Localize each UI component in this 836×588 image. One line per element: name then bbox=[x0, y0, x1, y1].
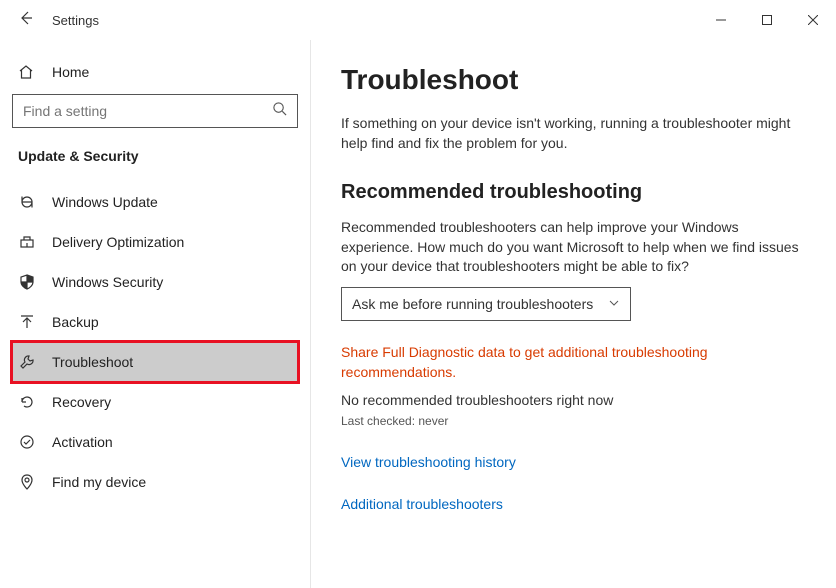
chevron-down-icon bbox=[608, 296, 620, 312]
sidebar-item-activation[interactable]: Activation bbox=[12, 422, 298, 462]
shield-icon bbox=[18, 274, 36, 290]
sidebar-item-windows-update[interactable]: Windows Update bbox=[12, 182, 298, 222]
main-panel: Troubleshoot If something on your device… bbox=[310, 40, 836, 588]
wrench-icon bbox=[18, 354, 36, 370]
delivery-icon bbox=[18, 234, 36, 250]
maximize-button[interactable] bbox=[744, 4, 790, 36]
sync-icon bbox=[18, 194, 36, 210]
sidebar-item-find-my-device[interactable]: Find my device bbox=[12, 462, 298, 502]
diagnostic-warning: Share Full Diagnostic data to get additi… bbox=[341, 343, 806, 382]
sidebar: Home Update & Security Windows Update De… bbox=[0, 40, 310, 588]
search-input[interactable] bbox=[23, 103, 272, 119]
window-title: Settings bbox=[52, 13, 99, 28]
section-desc: Recommended troubleshooters can help imp… bbox=[341, 218, 806, 277]
sidebar-item-label: Recovery bbox=[52, 394, 111, 410]
sidebar-item-backup[interactable]: Backup bbox=[12, 302, 298, 342]
sidebar-item-label: Activation bbox=[52, 434, 113, 450]
backup-icon bbox=[18, 314, 36, 330]
view-history-link[interactable]: View troubleshooting history bbox=[341, 454, 806, 470]
titlebar: Settings bbox=[0, 0, 836, 40]
sidebar-item-troubleshoot[interactable]: Troubleshoot bbox=[12, 342, 298, 382]
search-icon bbox=[272, 101, 287, 121]
dropdown-value: Ask me before running troubleshooters bbox=[352, 296, 593, 312]
intro-text: If something on your device isn't workin… bbox=[341, 114, 806, 153]
sidebar-item-label: Backup bbox=[52, 314, 99, 330]
activation-icon bbox=[18, 434, 36, 450]
sidebar-item-label: Windows Security bbox=[52, 274, 163, 290]
sidebar-item-label: Windows Update bbox=[52, 194, 158, 210]
sidebar-item-label: Delivery Optimization bbox=[52, 234, 184, 250]
troubleshoot-preference-dropdown[interactable]: Ask me before running troubleshooters bbox=[341, 287, 631, 321]
sidebar-item-delivery-optimization[interactable]: Delivery Optimization bbox=[12, 222, 298, 262]
last-checked-text: Last checked: never bbox=[341, 414, 806, 428]
additional-troubleshooters-link[interactable]: Additional troubleshooters bbox=[341, 496, 806, 512]
status-text: No recommended troubleshooters right now bbox=[341, 392, 806, 408]
home-icon bbox=[18, 64, 36, 80]
recovery-icon bbox=[18, 394, 36, 410]
sidebar-item-windows-security[interactable]: Windows Security bbox=[12, 262, 298, 302]
section-title: Recommended troubleshooting bbox=[341, 181, 806, 204]
home-label: Home bbox=[52, 64, 89, 80]
page-title: Troubleshoot bbox=[341, 64, 806, 96]
sidebar-item-label: Troubleshoot bbox=[52, 354, 133, 370]
home-button[interactable]: Home bbox=[12, 58, 298, 94]
content: Home Update & Security Windows Update De… bbox=[0, 40, 836, 588]
titlebar-left: Settings bbox=[18, 10, 99, 31]
back-arrow-icon[interactable] bbox=[18, 10, 34, 31]
window-controls bbox=[698, 4, 836, 36]
minimize-button[interactable] bbox=[698, 4, 744, 36]
search-box[interactable] bbox=[12, 94, 298, 128]
close-button[interactable] bbox=[790, 4, 836, 36]
section-header: Update & Security bbox=[12, 148, 298, 182]
sidebar-item-label: Find my device bbox=[52, 474, 146, 490]
find-device-icon bbox=[18, 474, 36, 490]
sidebar-item-recovery[interactable]: Recovery bbox=[12, 382, 298, 422]
